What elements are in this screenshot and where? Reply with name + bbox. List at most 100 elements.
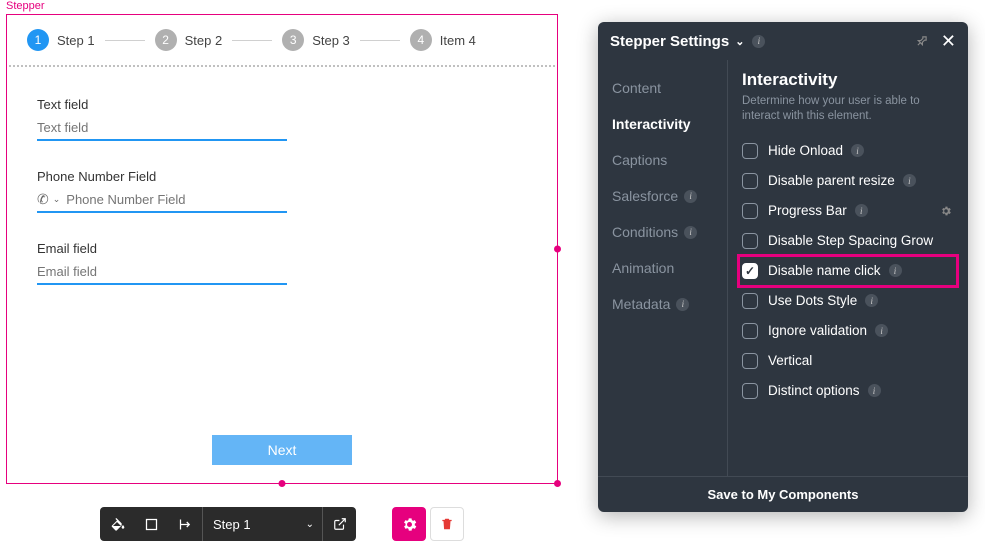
step-2[interactable]: 2 Step 2: [155, 29, 223, 51]
info-icon[interactable]: i: [868, 384, 881, 397]
fill-icon[interactable]: [100, 507, 134, 541]
info-icon: i: [676, 298, 689, 311]
checkbox[interactable]: [742, 323, 758, 339]
email-field-group: Email field: [37, 241, 287, 285]
info-icon: i: [684, 190, 697, 203]
step-label: Step 1: [57, 33, 95, 48]
info-icon[interactable]: i: [865, 294, 878, 307]
resize-handle-bottom[interactable]: [279, 480, 286, 487]
step-connector: [360, 40, 400, 41]
text-field-label: Text field: [37, 97, 287, 112]
step-number: 2: [155, 29, 177, 51]
form-area: Text field Phone Number Field ✆ ⌄ Email …: [7, 67, 557, 343]
step-connector: [105, 40, 145, 41]
section-description: Determine how your user is able to inter…: [742, 94, 954, 124]
info-icon[interactable]: i: [851, 144, 864, 157]
step-number: 4: [410, 29, 432, 51]
resize-handle-right[interactable]: [554, 246, 561, 253]
option-use-dots-style[interactable]: Use Dots Style i: [742, 286, 954, 316]
settings-button[interactable]: [392, 507, 426, 541]
nav-content[interactable]: Content: [612, 70, 727, 106]
step-3[interactable]: 3 Step 3: [282, 29, 350, 51]
info-icon[interactable]: i: [855, 204, 868, 217]
step-label: Step 3: [312, 33, 350, 48]
option-label: Progress Bar: [768, 203, 847, 218]
element-toolbar: Step 1 ⌄: [100, 507, 356, 541]
section-title: Interactivity: [742, 70, 954, 90]
option-disable-name-click[interactable]: Disable name click i: [739, 256, 957, 286]
delete-button[interactable]: [430, 507, 464, 541]
checkbox[interactable]: [742, 263, 758, 279]
settings-content: Interactivity Determine how your user is…: [728, 60, 968, 476]
pin-icon[interactable]: [912, 31, 932, 51]
settings-nav: Content Interactivity Captions Salesforc…: [598, 60, 728, 476]
panel-header: Stepper Settings ⌄ i ✕: [598, 22, 968, 60]
next-button[interactable]: Next: [212, 435, 352, 465]
checkbox[interactable]: [742, 203, 758, 219]
step-4[interactable]: 4 Item 4: [410, 29, 476, 51]
info-icon[interactable]: i: [903, 174, 916, 187]
panel-title-text: Stepper Settings: [610, 33, 729, 50]
email-field-label: Email field: [37, 241, 287, 256]
option-ignore-validation[interactable]: Ignore validation i: [742, 316, 954, 346]
info-icon[interactable]: i: [889, 264, 902, 277]
email-field-input[interactable]: [37, 260, 287, 285]
chevron-down-icon: ⌄: [306, 519, 314, 530]
save-to-my-components[interactable]: Save to My Components: [598, 476, 968, 512]
open-external-icon[interactable]: [322, 507, 356, 541]
option-disable-step-spacing-grow[interactable]: Disable Step Spacing Grow: [742, 226, 954, 256]
info-icon[interactable]: i: [752, 35, 765, 48]
checkbox[interactable]: [742, 293, 758, 309]
option-label: Ignore validation: [768, 323, 867, 338]
option-label: Disable Step Spacing Grow: [768, 233, 933, 248]
nav-interactivity[interactable]: Interactivity: [612, 106, 727, 142]
option-vertical[interactable]: Vertical: [742, 346, 954, 376]
close-icon[interactable]: ✕: [941, 32, 956, 50]
info-icon[interactable]: i: [875, 324, 888, 337]
checkbox[interactable]: [742, 143, 758, 159]
option-hide-onload[interactable]: Hide Onload i: [742, 136, 954, 166]
text-field-group: Text field: [37, 97, 287, 141]
chevron-down-icon[interactable]: ⌄: [53, 194, 61, 205]
step-1[interactable]: 1 Step 1: [27, 29, 95, 51]
panel-title[interactable]: Stepper Settings ⌄: [610, 33, 744, 50]
gear-icon[interactable]: [940, 205, 952, 217]
chevron-down-icon: ⌄: [735, 35, 744, 48]
text-field-input[interactable]: [37, 116, 287, 141]
align-icon[interactable]: [168, 507, 202, 541]
option-label: Vertical: [768, 353, 812, 368]
fit-icon[interactable]: [134, 507, 168, 541]
nav-metadata[interactable]: Metadatai: [612, 286, 727, 322]
nav-captions[interactable]: Captions: [612, 142, 727, 178]
option-label: Distinct options: [768, 383, 860, 398]
option-label: Hide Onload: [768, 143, 843, 158]
globe-phone-icon[interactable]: ✆: [37, 191, 49, 208]
step-connector: [232, 40, 272, 41]
steps-header: 1 Step 1 2 Step 2 3 Step 3 4 Item 4: [7, 15, 557, 65]
stepper-component[interactable]: 1 Step 1 2 Step 2 3 Step 3 4 Item 4 Text…: [6, 14, 558, 484]
checkbox[interactable]: [742, 353, 758, 369]
step-label: Step 2: [185, 33, 223, 48]
step-select[interactable]: Step 1 ⌄: [202, 507, 322, 541]
step-number: 1: [27, 29, 49, 51]
option-progress-bar[interactable]: Progress Bar i: [742, 196, 954, 226]
option-label: Use Dots Style: [768, 293, 857, 308]
step-number: 3: [282, 29, 304, 51]
phone-field-input[interactable]: [66, 188, 287, 211]
nav-animation[interactable]: Animation: [612, 250, 727, 286]
checkbox[interactable]: [742, 233, 758, 249]
option-distinct-options[interactable]: Distinct options i: [742, 376, 954, 406]
checkbox[interactable]: [742, 383, 758, 399]
nav-conditions[interactable]: Conditionsi: [612, 214, 727, 250]
option-label: Disable parent resize: [768, 173, 895, 188]
info-icon: i: [684, 226, 697, 239]
option-label: Disable name click: [768, 263, 881, 278]
option-disable-parent-resize[interactable]: Disable parent resize i: [742, 166, 954, 196]
resize-handle-bottom-right[interactable]: [554, 480, 561, 487]
nav-salesforce[interactable]: Salesforcei: [612, 178, 727, 214]
phone-field-label: Phone Number Field: [37, 169, 287, 184]
phone-field-group: Phone Number Field ✆ ⌄: [37, 169, 287, 213]
step-label: Item 4: [440, 33, 476, 48]
checkbox[interactable]: [742, 173, 758, 189]
component-label: Stepper: [6, 0, 45, 12]
